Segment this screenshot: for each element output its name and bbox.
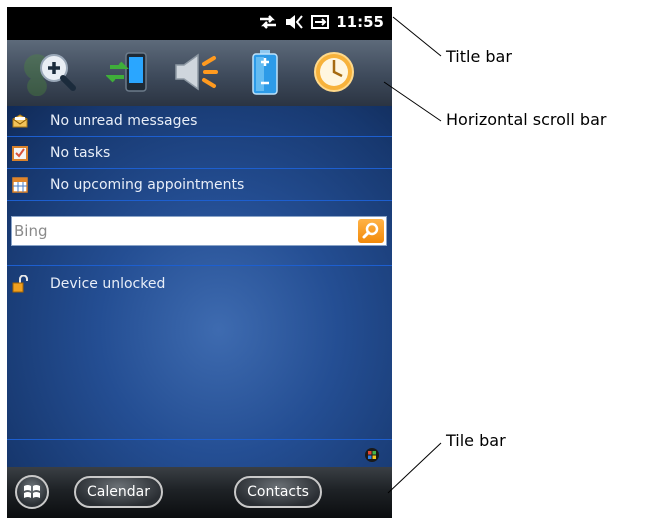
horizontal-scroll-bar[interactable] (7, 40, 392, 106)
search-divider (7, 265, 392, 266)
envelope-icon (12, 113, 28, 129)
clock-icon[interactable] (310, 48, 358, 96)
calendar-grid-icon (12, 177, 28, 193)
contacts-button[interactable]: Contacts (234, 476, 322, 508)
search-box[interactable] (11, 216, 387, 246)
device-connection-icon[interactable] (105, 48, 153, 96)
tasks-row[interactable]: No tasks (7, 138, 392, 169)
windows-flag-icon[interactable] (365, 447, 379, 462)
tile-bar-annotation: Tile bar (446, 431, 506, 450)
tasks-status: No tasks (50, 145, 111, 161)
windows-logo-icon (24, 485, 40, 498)
messages-row[interactable]: No unread messages (7, 106, 392, 137)
device-screen: 11:55 No unread messages No tasks No upc… (7, 7, 392, 518)
padlock-open-icon (12, 274, 28, 293)
search-input[interactable] (14, 220, 344, 242)
device-lock-status: Device unlocked (50, 276, 166, 292)
search-button[interactable] (358, 219, 384, 243)
magnifier-icon (362, 222, 379, 239)
speaker-muted-icon[interactable] (284, 13, 304, 31)
appointments-row[interactable]: No upcoming appointments (7, 170, 392, 201)
device-lock-row[interactable]: Device unlocked (7, 269, 392, 299)
messages-status: No unread messages (50, 113, 198, 129)
calendar-button[interactable]: Calendar (74, 476, 163, 508)
title-bar-annotation: Title bar (446, 47, 512, 66)
tile-bar: Calendar Contacts (7, 467, 392, 518)
content-divider (7, 439, 392, 440)
start-button[interactable] (15, 475, 49, 509)
battery-icon[interactable] (241, 48, 289, 96)
clock-time[interactable]: 11:55 (336, 13, 384, 31)
scroll-bar-annotation: Horizontal scroll bar (446, 110, 607, 129)
volume-icon[interactable] (172, 48, 220, 96)
status-icons: 11:55 (258, 13, 384, 31)
battery-charging-icon[interactable] (310, 13, 330, 31)
title-bar[interactable]: 11:55 (7, 7, 392, 40)
connectivity-arrows-icon[interactable] (258, 13, 278, 31)
zoom-icon[interactable] (33, 48, 81, 96)
appointments-status: No upcoming appointments (50, 177, 245, 193)
home-screen: No unread messages No tasks No upcoming … (7, 106, 392, 467)
task-checkbox-icon (12, 145, 28, 161)
